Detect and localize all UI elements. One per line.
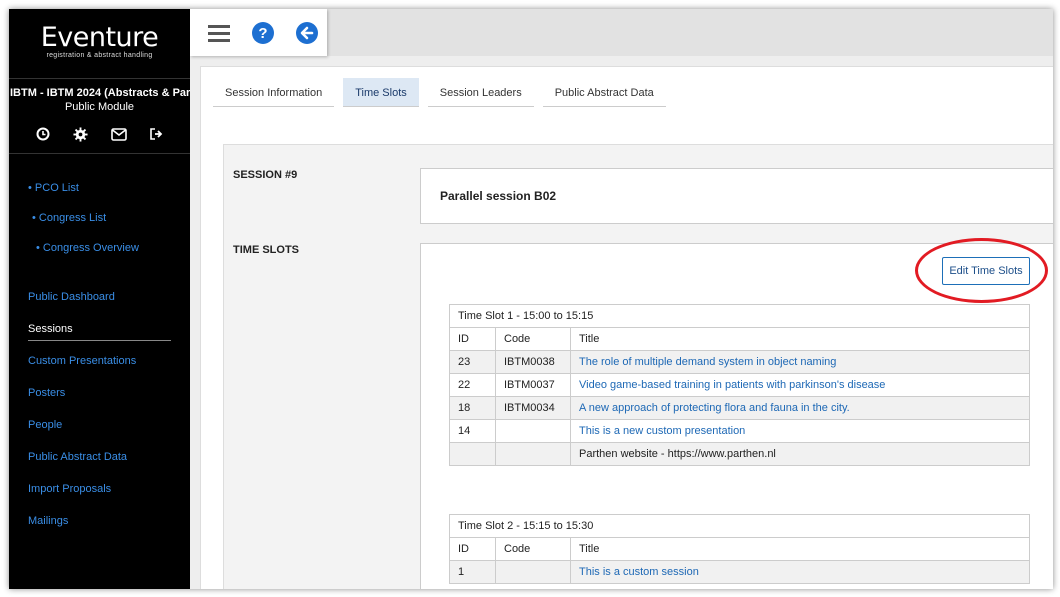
toolbar: ? — [190, 9, 327, 56]
presentation-link[interactable]: This is a custom session — [579, 566, 699, 578]
clock-icon[interactable] — [34, 125, 52, 143]
sidebar-item-import-proposals[interactable]: Import Proposals — [9, 474, 190, 506]
column-header-code: Code — [495, 327, 571, 351]
time-slot-table: Time Slot 2 - 15:15 to 15:30 ID Code Tit… — [449, 514, 1030, 584]
column-header-id: ID — [449, 537, 496, 561]
mail-icon[interactable] — [110, 125, 128, 143]
presentation-note: Parthen website - https://www.parthen.nl — [570, 442, 1030, 466]
svg-text:?: ? — [258, 25, 267, 42]
session-name-box: Parallel session B02 — [420, 168, 1053, 224]
time-slot-caption: Time Slot 1 - 15:00 to 15:15 — [449, 304, 1030, 328]
session-name: Parallel session B02 — [440, 189, 557, 203]
sidebar-icon-bar — [9, 125, 190, 154]
app-window: Eventure registration & abstract handlin… — [9, 9, 1053, 589]
cell-id: 1 — [449, 560, 496, 584]
table-row: 14 This is a new custom presentation — [449, 419, 1030, 443]
column-header-title: Title — [570, 327, 1030, 351]
logo-tagline: registration & abstract handling — [46, 52, 153, 59]
column-header-id: ID — [449, 327, 496, 351]
cell-code: IBTM0034 — [495, 396, 571, 420]
content-area: Session Information Time Slots Session L… — [200, 66, 1053, 589]
sidebar-item-public-dashboard[interactable]: Public Dashboard — [9, 282, 190, 314]
time-slot-caption: Time Slot 2 - 15:15 to 15:30 — [449, 514, 1030, 538]
top-bar: ? — [190, 9, 1053, 56]
tab-time-slots[interactable]: Time Slots — [343, 78, 419, 107]
logo-text: Eventure — [40, 22, 159, 53]
time-slot-table: Time Slot 1 - 15:00 to 15:15 ID Code Tit… — [449, 304, 1030, 466]
edit-time-slots-button[interactable]: Edit Time Slots — [942, 257, 1030, 285]
sidebar-item-mailings[interactable]: Mailings — [9, 506, 190, 538]
table-row: 23 IBTM0038 The role of multiple demand … — [449, 350, 1030, 374]
nav-pco-list[interactable]: • PCO List — [9, 174, 190, 204]
nav-congress-list[interactable]: • Congress List — [9, 204, 190, 234]
cell-id: 14 — [449, 419, 496, 443]
cell-code — [495, 560, 571, 584]
presentation-link[interactable]: A new approach of protecting flora and f… — [579, 402, 850, 414]
congress-title: IBTM - IBTM 2024 (Abstracts & Par… — [10, 87, 190, 99]
presentation-link[interactable]: This is a new custom presentation — [579, 425, 745, 437]
time-slots-label: TIME SLOTS — [233, 244, 299, 256]
logout-icon[interactable] — [148, 125, 166, 143]
main-nav: Public Dashboard Sessions Custom Present… — [9, 282, 190, 538]
help-icon[interactable]: ? — [244, 14, 282, 52]
table-row: 1 This is a custom session — [449, 560, 1030, 584]
column-header-title: Title — [570, 537, 1030, 561]
sidebar-item-people[interactable]: People — [9, 410, 190, 442]
sidebar-item-public-abstract-data[interactable]: Public Abstract Data — [9, 442, 190, 474]
session-panel: SESSION #9 Parallel session B02 TIME SLO… — [223, 144, 1053, 589]
cell-code: IBTM0038 — [495, 350, 571, 374]
nav-congress-overview[interactable]: • Congress Overview — [9, 234, 190, 264]
module-name: Public Module — [64, 101, 135, 113]
column-header-code: Code — [495, 537, 571, 561]
sidebar-item-posters[interactable]: Posters — [9, 378, 190, 410]
time-slots-box: Edit Time Slots Time Slot 1 - 15:00 to 1… — [420, 238, 1053, 589]
presentation-link[interactable]: Video game-based training in patients wi… — [579, 379, 885, 391]
cell-code: IBTM0037 — [495, 373, 571, 397]
tab-session-information[interactable]: Session Information — [213, 78, 335, 107]
logo[interactable]: Eventure registration & abstract handlin… — [9, 9, 190, 79]
session-label: SESSION #9 — [233, 169, 298, 181]
cell-id: 23 — [449, 350, 496, 374]
breadcrumb-nav: • PCO List • Congress List • Congress Ov… — [9, 154, 190, 264]
sidebar-item-custom-presentations[interactable]: Custom Presentations — [9, 346, 190, 378]
cell-code — [495, 419, 571, 443]
sidebar-item-sessions[interactable]: Sessions — [9, 314, 190, 346]
presentation-link[interactable]: The role of multiple demand system in ob… — [579, 356, 836, 368]
cell-id: 18 — [449, 396, 496, 420]
table-row: 18 IBTM0034 A new approach of protecting… — [449, 396, 1030, 420]
gear-icon[interactable] — [72, 125, 90, 143]
table-row: Parthen website - https://www.parthen.nl — [449, 442, 1030, 466]
sidebar: Eventure registration & abstract handlin… — [9, 9, 190, 589]
back-icon[interactable] — [288, 14, 326, 52]
active-indicator — [28, 340, 171, 341]
tab-bar: Session Information Time Slots Session L… — [213, 78, 666, 107]
cell-id: 22 — [449, 373, 496, 397]
table-row: 22 IBTM0037 Video game-based training in… — [449, 373, 1030, 397]
tab-public-abstract-data[interactable]: Public Abstract Data — [542, 78, 666, 107]
tab-session-leaders[interactable]: Session Leaders — [427, 78, 534, 107]
menu-icon[interactable] — [200, 14, 238, 52]
